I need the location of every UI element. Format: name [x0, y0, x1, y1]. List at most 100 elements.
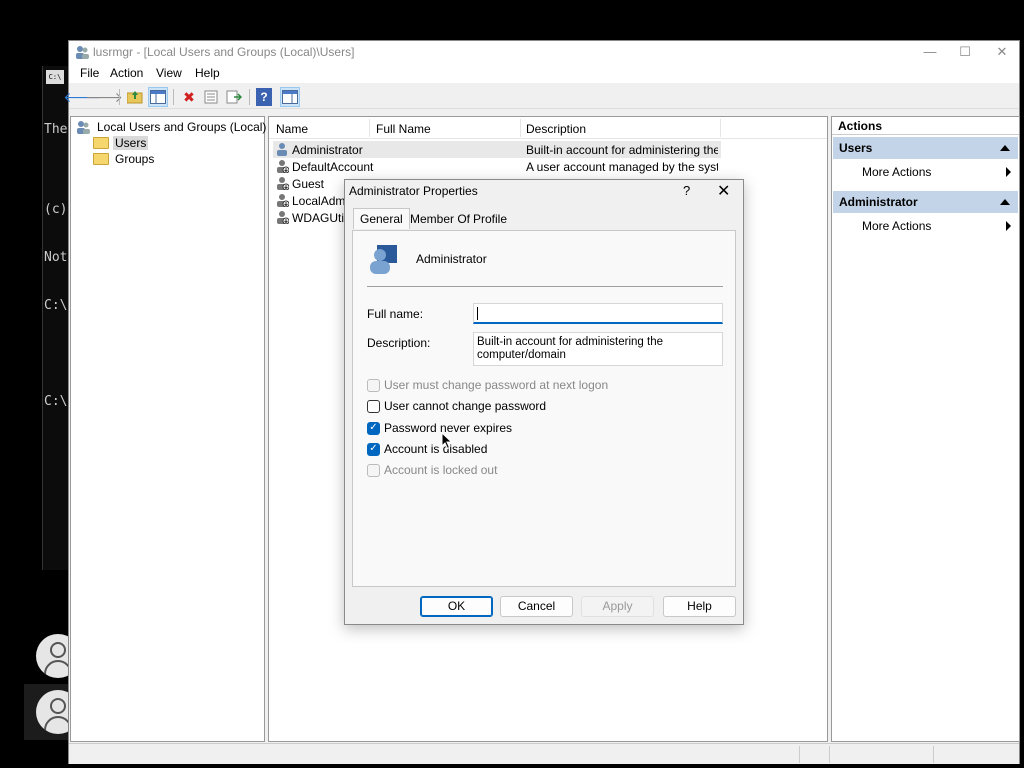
actions-title: Actions — [832, 117, 1019, 135]
ok-button[interactable]: OK — [420, 596, 493, 617]
actions-section-users[interactable]: Users — [833, 137, 1018, 159]
checkbox-box — [367, 378, 380, 392]
forward-arrow-icon[interactable]: 🡒 — [85, 87, 123, 107]
actions-section-administrator[interactable]: Administrator — [833, 191, 1018, 213]
console-line: The — [44, 122, 68, 137]
menu-bar: File Action View Help — [69, 63, 1019, 83]
minimize-button[interactable]: — — [911, 41, 949, 63]
more-actions-link[interactable]: More Actions — [862, 219, 1011, 233]
disabled-user-icon — [277, 194, 289, 207]
description-field[interactable]: Built-in account for administering the c… — [473, 332, 723, 366]
cannot-change-password-checkbox[interactable]: User cannot change password — [367, 398, 546, 414]
toolbar: 🡐 🡒 ✖ ? — [63, 85, 1019, 109]
menu-view[interactable]: View — [156, 66, 182, 80]
checkmark-icon[interactable]: ✓ — [367, 442, 380, 456]
console-line: (c) — [44, 202, 68, 217]
section-header-label: Administrator — [839, 195, 918, 209]
account-disabled-checkbox[interactable]: ✓ Account is disabled — [367, 441, 487, 457]
checkbox-box[interactable] — [367, 399, 380, 413]
checkbox-label: User must change password at next logon — [384, 378, 609, 392]
user-name: Administrator — [416, 252, 487, 266]
users-app-icon — [76, 46, 89, 59]
collapse-arrow-icon[interactable] — [1000, 199, 1010, 205]
up-folder-icon[interactable] — [125, 87, 145, 107]
title-bar[interactable]: lusrmgr - [Local Users and Groups (Local… — [69, 41, 1019, 63]
delete-icon[interactable]: ✖ — [179, 87, 199, 107]
action-link-label: More Actions — [862, 165, 932, 179]
properties-icon[interactable] — [201, 87, 221, 107]
description-line: computer/domain — [477, 349, 566, 361]
console-icon: C:\ — [46, 70, 64, 84]
tab-member-of[interactable]: Member Of — [404, 209, 476, 230]
action-link-label: More Actions — [862, 219, 932, 233]
more-actions-link[interactable]: More Actions — [862, 165, 1011, 179]
divider — [367, 286, 723, 287]
close-button[interactable]: ✕ — [983, 41, 1021, 63]
user-name-cell: Guest — [292, 177, 325, 191]
help-question-icon[interactable]: ? — [683, 183, 690, 198]
show-hide-tree-icon[interactable] — [148, 87, 168, 107]
checkmark-icon[interactable]: ✓ — [367, 421, 380, 435]
must-change-password-checkbox: User must change password at next logon — [367, 377, 608, 393]
console-tree: Local Users and Groups (Local) Users Gro… — [70, 116, 268, 742]
tree-item-label: Users — [113, 136, 149, 150]
window-title: lusrmgr - [Local Users and Groups (Local… — [93, 45, 355, 59]
cancel-button[interactable]: Cancel — [500, 596, 573, 617]
user-name-cell: DefaultAccount — [292, 160, 374, 174]
description-line: Built-in account for administering the — [477, 336, 664, 348]
folder-icon — [93, 137, 109, 149]
checkbox-label: Account is locked out — [384, 463, 498, 477]
table-row[interactable]: DefaultAccount A user account managed by… — [273, 158, 721, 175]
menu-action[interactable]: Action — [110, 66, 143, 80]
user-description-cell: A user account managed by the syste... — [526, 160, 718, 174]
administrator-properties-dialog: Administrator Properties ? ✕ General Mem… — [344, 179, 744, 625]
checkbox-label: User cannot change password — [384, 399, 547, 413]
tree-root[interactable]: Local Users and Groups (Local) — [75, 119, 268, 135]
mouse-pointer-icon — [441, 432, 453, 450]
console-line: Not — [44, 250, 68, 265]
menu-file[interactable]: File — [80, 66, 99, 80]
column-header-description[interactable]: Description — [526, 122, 586, 136]
actions-pane: Actions Users More Actions Administrator… — [831, 116, 1020, 742]
checkbox-label: Account is disabled — [384, 442, 488, 456]
user-account-icon — [277, 143, 287, 156]
description-label: Description: — [367, 336, 431, 350]
full-name-field[interactable] — [473, 303, 723, 324]
export-list-icon[interactable] — [224, 87, 244, 107]
password-never-expires-checkbox[interactable]: ✓ Password never expires — [367, 420, 512, 436]
menu-help[interactable]: Help — [195, 66, 220, 80]
maximize-button[interactable]: ☐ — [946, 41, 984, 63]
submenu-arrow-icon — [1006, 221, 1011, 231]
section-header-label: Users — [839, 141, 873, 155]
tab-profile[interactable]: Profile — [467, 209, 513, 230]
disabled-user-icon — [277, 177, 289, 190]
help-button[interactable]: Help — [663, 596, 736, 617]
tree-item-groups[interactable]: Groups — [93, 151, 156, 167]
checkbox-box — [367, 463, 380, 477]
user-description-cell: Built-in account for administering the c… — [526, 143, 718, 157]
column-header-full-name[interactable]: Full Name — [376, 122, 431, 136]
status-bar — [69, 743, 1019, 764]
table-row[interactable]: Administrator Built-in account for admin… — [273, 141, 721, 158]
console-text: The (c) Not C:\ C:\ — [44, 90, 67, 426]
tab-general[interactable]: General — [353, 208, 410, 229]
list-header: Name Full Name Description — [269, 117, 827, 139]
full-name-label: Full name: — [367, 307, 424, 321]
tree-item-users[interactable]: Users — [93, 135, 149, 151]
apply-button[interactable]: Apply — [581, 596, 654, 617]
help-icon[interactable]: ? — [256, 88, 272, 106]
folder-icon — [93, 153, 109, 165]
console-line: C:\ — [44, 298, 68, 313]
tree-root-label: Local Users and Groups (Local) — [97, 120, 267, 134]
disabled-user-icon — [277, 160, 289, 173]
tree-item-label: Groups — [115, 152, 155, 166]
user-account-icon — [370, 245, 397, 274]
console-line: C:\ — [44, 394, 68, 409]
general-tab-panel: Administrator Full name: Description: Bu… — [352, 230, 736, 587]
show-hide-action-pane-icon[interactable] — [280, 87, 300, 107]
close-icon[interactable]: ✕ — [717, 181, 730, 201]
collapse-arrow-icon[interactable] — [1000, 145, 1010, 151]
disabled-user-icon — [277, 211, 289, 224]
column-header-name[interactable]: Name — [276, 122, 308, 136]
